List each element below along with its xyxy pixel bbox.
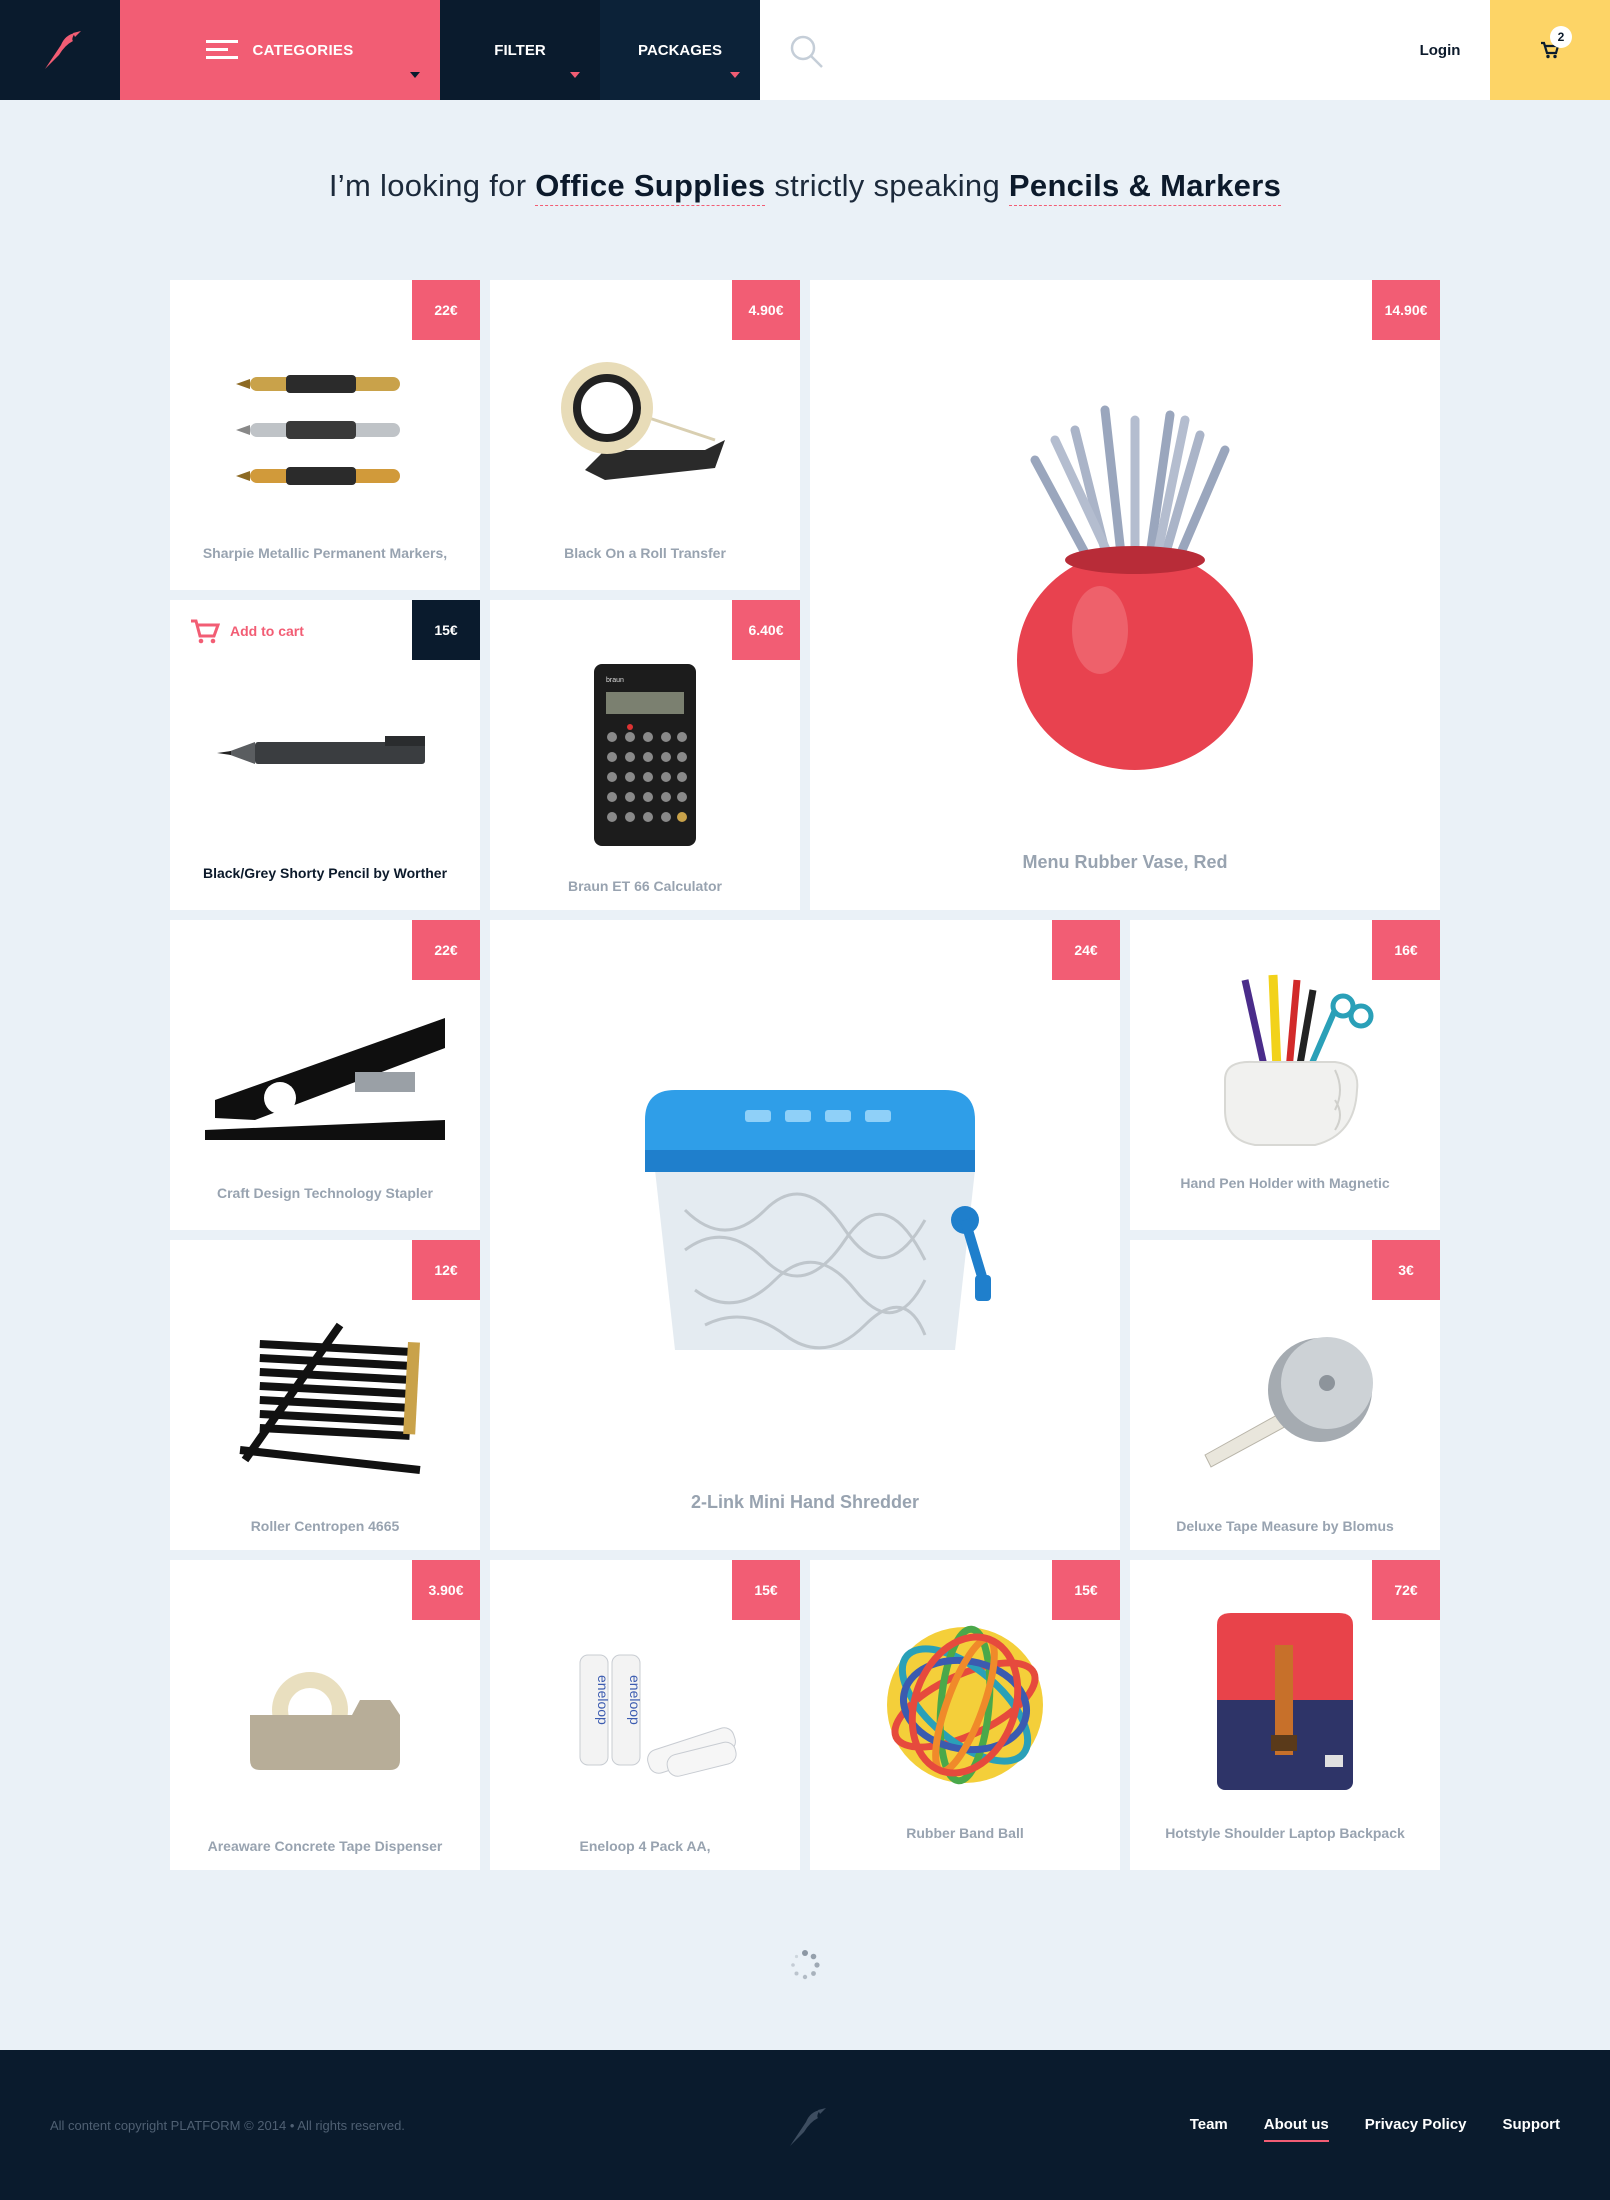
product-name: Deluxe Tape Measure by Blomus xyxy=(1176,1518,1394,1534)
shredder-icon xyxy=(490,1080,1120,1370)
price-badge: 12€ xyxy=(412,1240,480,1300)
cart-count-badge: 2 xyxy=(1550,26,1572,48)
add-to-cart-label: Add to cart xyxy=(230,623,304,639)
category-dropdown[interactable]: Office Supplies xyxy=(535,168,766,206)
loading-spinner-icon xyxy=(790,1950,820,1980)
stapler-icon xyxy=(170,1000,480,1150)
product-card[interactable]: 15€ Rubber Band Ball xyxy=(810,1560,1120,1870)
login-link[interactable]: Login xyxy=(1390,0,1490,100)
copyright-text: All content copyright PLATFORM © 2014 • … xyxy=(50,2118,405,2133)
hamburger-icon xyxy=(206,40,239,59)
product-card[interactable]: 12€ Roller Centropen 4665 xyxy=(170,1240,480,1550)
headline-middle: strictly speaking xyxy=(774,168,1000,203)
product-name: Menu Rubber Vase, Red xyxy=(1022,852,1228,872)
headline-prefix: I’m looking for xyxy=(328,168,527,203)
product-name: Craft Design Technology Stapler xyxy=(217,1185,433,1201)
price-badge: 3€ xyxy=(1372,1240,1440,1300)
price-badge: 15€ xyxy=(732,1560,800,1620)
svg-text:eneloop: eneloop xyxy=(627,1675,643,1725)
svg-text:braun: braun xyxy=(606,677,624,684)
product-card[interactable]: 14.90€ Menu Rubber Vase, Red xyxy=(810,280,1440,910)
product-name: Areaware Concrete Tape Dispenser xyxy=(207,1838,443,1854)
chevron-down-icon xyxy=(410,72,420,78)
product-card[interactable]: 3€ Deluxe Tape Measure by Blomus xyxy=(1130,1240,1440,1550)
product-name: Black/Grey Shorty Pencil by Worther xyxy=(202,865,448,881)
product-card[interactable]: 24€ 2-Link Mini Hand Shredder xyxy=(490,920,1120,1550)
product-card[interactable]: 4.90€ Black On a Roll Transfer xyxy=(490,280,800,590)
batteries-icon: eneloop eneloop xyxy=(490,1640,800,1790)
product-name: Hotstyle Shoulder Laptop Backpack xyxy=(1165,1825,1405,1841)
product-card[interactable]: 6.40€ braun Braun ET 66 Calculator xyxy=(490,600,800,910)
product-card[interactable]: eneloop eneloop 15€ Eneloop 4 Pack AA, xyxy=(490,1560,800,1870)
logo[interactable] xyxy=(0,0,120,100)
price-badge: 3.90€ xyxy=(412,1560,480,1620)
price-badge: 22€ xyxy=(412,920,480,980)
price-badge: 15€ xyxy=(412,600,480,660)
product-card[interactable]: 22€ Craft Design Technology Stapler xyxy=(170,920,480,1230)
footer: All content copyright PLATFORM © 2014 • … xyxy=(0,2050,1610,2200)
tape-roll-icon xyxy=(490,350,800,510)
tape-measure-icon xyxy=(1130,1320,1440,1480)
footer-link-team[interactable]: Team xyxy=(1190,2116,1228,2142)
rubber-band-ball-icon xyxy=(810,1620,1120,1790)
product-name: Hand Pen Holder with Magnetic xyxy=(1180,1175,1390,1191)
price-badge: 6.40€ xyxy=(732,600,800,660)
packages-label: PACKAGES xyxy=(638,41,722,59)
price-badge: 14.90€ xyxy=(1372,280,1440,340)
search-sentence: I’m looking for Office Supplies strictly… xyxy=(0,168,1610,206)
product-name: Eneloop 4 Pack AA, xyxy=(579,1838,711,1854)
price-badge: 22€ xyxy=(412,280,480,340)
price-badge: 4.90€ xyxy=(732,280,800,340)
chevron-down-icon xyxy=(570,72,580,78)
svg-text:eneloop: eneloop xyxy=(595,1675,611,1725)
hand-holder-icon xyxy=(1130,970,1440,1160)
bird-logo-icon[interactable] xyxy=(780,2102,830,2157)
search-icon[interactable] xyxy=(790,35,824,74)
price-badge: 24€ xyxy=(1052,920,1120,980)
cart-icon xyxy=(191,619,220,644)
backpack-icon xyxy=(1130,1605,1440,1795)
pencil-icon xyxy=(170,700,480,800)
product-name: Sharpie Metallic Permanent Markers, xyxy=(202,545,448,561)
bird-logo-icon xyxy=(45,31,81,69)
price-badge: 15€ xyxy=(1052,1560,1120,1620)
pencils-icon xyxy=(170,1320,480,1480)
chevron-down-icon xyxy=(730,72,740,78)
filter-menu-button[interactable]: FILTER xyxy=(440,0,600,100)
categories-label: CATEGORIES xyxy=(252,41,354,59)
product-name: Black On a Roll Transfer xyxy=(564,545,726,561)
subcategory-dropdown[interactable]: Pencils & Markers xyxy=(1008,168,1282,206)
categories-menu-button[interactable]: CATEGORIES xyxy=(120,0,440,100)
product-name: 2-Link Mini Hand Shredder xyxy=(690,1492,920,1512)
add-to-cart-button[interactable]: Add to cart xyxy=(190,618,304,644)
footer-link-about-us[interactable]: About us xyxy=(1263,2116,1329,2142)
product-name: Rubber Band Ball xyxy=(906,1825,1024,1841)
product-card[interactable]: 3.90€ Areaware Concrete Tape Dispenser xyxy=(170,1560,480,1870)
footer-link-support[interactable]: Support xyxy=(1503,2116,1561,2142)
tape-dispenser-icon xyxy=(170,1650,480,1780)
footer-navigation: Team About us Privacy Policy Support xyxy=(1190,2116,1560,2142)
product-card[interactable]: 16€ Hand Pen Holder with Magnetic xyxy=(1130,920,1440,1230)
pencil-vase-icon xyxy=(810,390,1440,770)
packages-menu-button[interactable]: PACKAGES xyxy=(600,0,760,100)
calculator-icon: braun xyxy=(490,662,800,848)
product-name: Braun ET 66 Calculator xyxy=(567,878,723,894)
footer-link-privacy-policy[interactable]: Privacy Policy xyxy=(1365,2116,1467,2142)
filter-label: FILTER xyxy=(494,41,546,59)
product-card[interactable]: 72€ Hotstyle Shoulder Laptop Backpack xyxy=(1130,1560,1440,1870)
product-card[interactable]: Add to cart 15€ Black/Grey Shorty Pencil… xyxy=(170,600,480,910)
cart-button[interactable]: 2 xyxy=(1490,0,1610,100)
markers-icon xyxy=(170,360,480,500)
product-name: Roller Centropen 4665 xyxy=(250,1518,400,1534)
top-navigation-bar: CATEGORIES FILTER PACKAGES Login 2 xyxy=(0,0,1610,100)
product-card[interactable]: 22€ Sharpie Metallic Permanent Markers, xyxy=(170,280,480,590)
